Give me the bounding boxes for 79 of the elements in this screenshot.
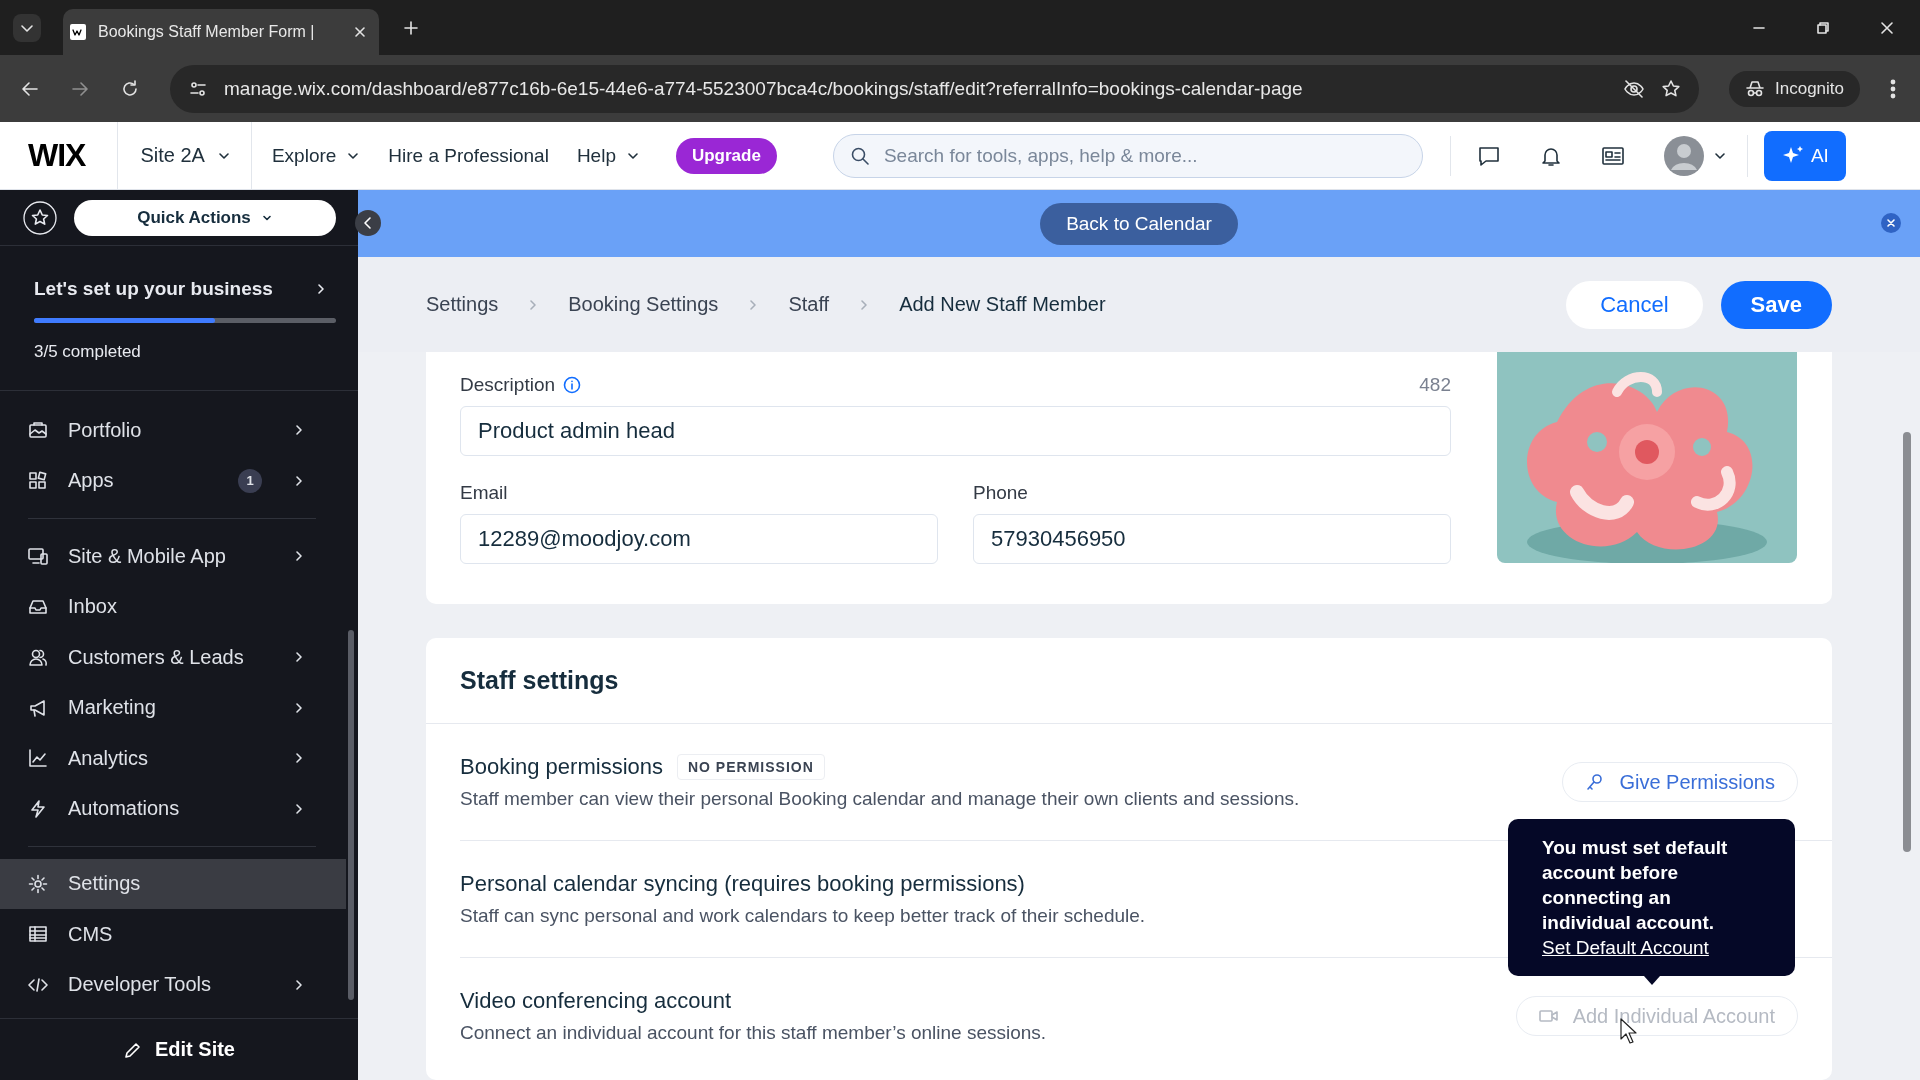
quick-actions-button[interactable]: Quick Actions <box>74 199 336 236</box>
description-field[interactable]: Product admin head <box>460 406 1451 456</box>
section-title: Staff settings <box>460 666 619 695</box>
collapse-icon[interactable] <box>355 210 381 236</box>
people-icon <box>28 647 48 668</box>
close-icon[interactable] <box>1880 20 1894 35</box>
reload-icon[interactable] <box>120 78 140 99</box>
breadcrumb-link[interactable]: Staff <box>788 293 830 316</box>
tooltip-text: You must set default account before connecting an individual account. <box>1542 836 1729 935</box>
eye-slash-icon[interactable] <box>1623 78 1645 99</box>
sidebar-item[interactable]: Settings <box>0 858 346 910</box>
star-icon[interactable] <box>1661 78 1681 99</box>
edit-site-button[interactable]: Edit Site <box>0 1018 358 1080</box>
sidebar-item[interactable]: Inbox <box>0 581 346 632</box>
field-label: Phone <box>973 482 1029 504</box>
setting-title: Personal calendar syncing (requires booking permissions) <box>460 871 1025 897</box>
search-field[interactable]: Search for tools, apps, help & more... <box>832 133 1423 178</box>
setting-title: Booking permissions <box>460 754 663 780</box>
sidebar-item[interactable]: CMS <box>0 909 346 960</box>
chart-icon <box>28 748 48 769</box>
sidebar-item[interactable]: Automations <box>0 783 346 834</box>
frame-icon <box>28 420 48 441</box>
camera-icon <box>1538 1007 1559 1025</box>
setting-description: Connect an individual account for this staff member’s online sessions. <box>460 1022 1047 1044</box>
nav-menu[interactable]: Hire a Professional <box>388 144 549 167</box>
profile-button[interactable]: Incognito <box>1729 70 1860 107</box>
sidebar-item[interactable]: Developer Tools <box>0 959 346 1011</box>
tab-list-icon[interactable] <box>13 13 41 42</box>
status-badge: NO PERMISSION <box>677 754 825 780</box>
breadcrumb-link[interactable]: Settings <box>426 293 499 316</box>
bolt-icon <box>28 798 48 819</box>
setting-description: Staff member can view their personal Booking calendar and manage their own clients and sessions. <box>460 788 1300 810</box>
save-button[interactable]: Save <box>1720 280 1832 329</box>
back-button[interactable]: Back to Calendar <box>1040 202 1238 245</box>
phone-field[interactable]: 57930456950 <box>973 514 1451 564</box>
cancel-button[interactable]: Cancel <box>1566 280 1703 329</box>
sidebar-item[interactable]: Site & Mobile App <box>0 530 346 582</box>
progress-text: 3/5 completed <box>34 342 142 362</box>
sidebar-item[interactable]: Apps 1 <box>0 455 346 506</box>
nav-menu[interactable]: Explore <box>271 144 361 167</box>
new-tab-icon[interactable] <box>403 19 419 36</box>
field-label: Email <box>460 482 509 504</box>
count-badge: 1 <box>238 468 262 493</box>
setting-title: Video conferencing account <box>460 988 732 1014</box>
grid-icon <box>28 470 48 491</box>
upgrade-button[interactable]: Upgrade <box>675 137 777 174</box>
character-count: 482 <box>1419 374 1451 396</box>
setting-description: Staff can sync personal and work calendars to keep better track of their schedule. <box>460 905 1146 927</box>
set-default-account-link[interactable]: Set Default Account <box>1542 935 1709 960</box>
search-input[interactable]: Search for tools, apps, help & more... <box>881 143 1406 168</box>
restore-icon[interactable] <box>1816 20 1830 35</box>
site-selector[interactable]: Site 2A <box>117 122 252 189</box>
close-icon[interactable] <box>353 25 367 39</box>
incognito-icon <box>1745 79 1765 98</box>
devices-icon <box>28 546 48 567</box>
table-icon <box>28 924 48 945</box>
sidebar-item[interactable]: Marketing <box>0 682 346 733</box>
field-label: Description <box>460 374 556 396</box>
logo[interactable]: WIX <box>0 137 118 174</box>
search-icon <box>849 145 870 166</box>
breadcrumb-link[interactable]: Booking Settings <box>568 293 719 316</box>
email-field[interactable]: 12289@moodjoy.com <box>460 514 938 564</box>
avatar-icon[interactable] <box>1662 134 1705 177</box>
action-button[interactable]: Give Permissions <box>1562 762 1798 802</box>
more-icon[interactable] <box>1890 78 1896 99</box>
info-icon[interactable] <box>563 376 582 394</box>
sidebar-item[interactable]: Portfolio <box>0 405 346 456</box>
megaphone-icon <box>28 697 48 718</box>
sidebar-item[interactable]: Analytics <box>0 732 346 784</box>
address-field[interactable]: manage.wix.com/dashboard/e877c16b-6e15-44e6-a774-5523007bca4c/bookings/staff/edit?referralInfo=bookings-calendar-page <box>170 64 1699 113</box>
favicon-icon <box>70 24 86 40</box>
nav-menu[interactable]: Help <box>576 144 640 167</box>
url-text: manage.wix.com/dashboard/e877c16b-6e15-44e6-a774-5523007bca4c/bookings/staff/edit?referralInfo=bookings-calendar-page <box>224 77 1304 100</box>
browser-tab[interactable]: Bookings Staff Member Form | <box>63 9 379 55</box>
tab-title: Bookings Staff Member Form | <box>98 23 316 41</box>
close-icon[interactable] <box>1880 212 1902 234</box>
sidebar-item[interactable]: Customers & Leads <box>0 631 346 683</box>
ai-button[interactable]: AI <box>1763 130 1846 181</box>
setup-link[interactable]: Let's set up your business <box>34 278 336 300</box>
